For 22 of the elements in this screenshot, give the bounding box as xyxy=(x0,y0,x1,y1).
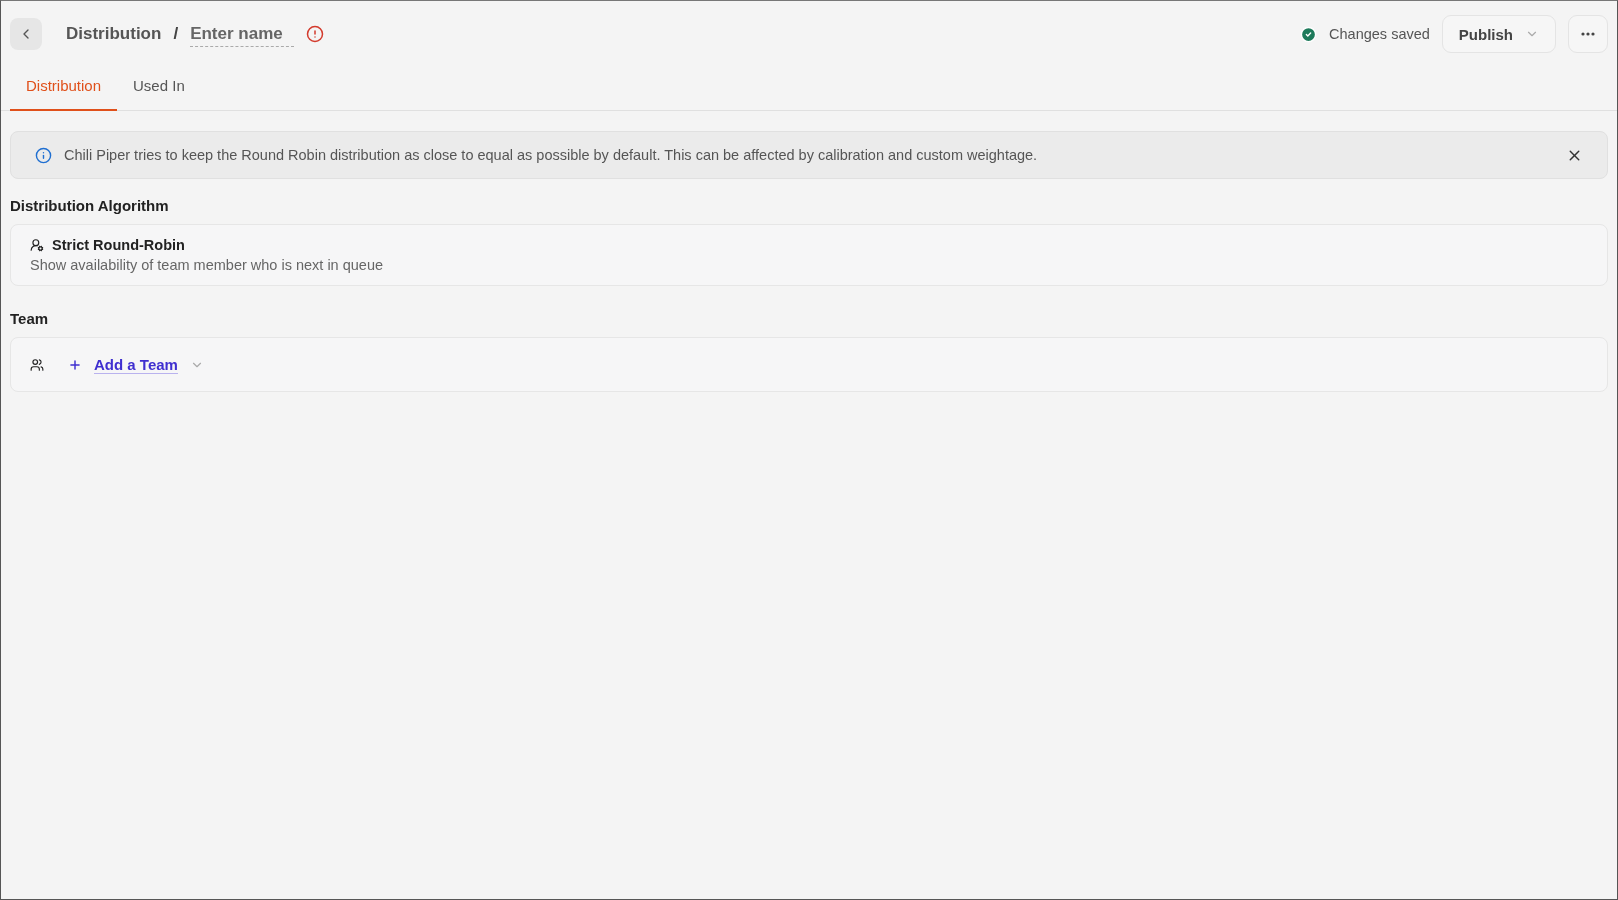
users-icon xyxy=(30,357,44,372)
add-team-button[interactable]: Add a Team xyxy=(68,355,204,374)
algorithm-card[interactable]: Strict Round-Robin Show availability of team member who is next in queue xyxy=(10,224,1608,286)
more-button[interactable] xyxy=(1568,15,1608,53)
banner-text: Chili Piper tries to keep the Round Robin distribution as close to equal as possible by default. This can be affected by calibration and custom weightage. xyxy=(64,147,1039,163)
tab[interactable]: Distribution xyxy=(10,69,118,111)
check-icon xyxy=(1300,25,1318,43)
algorithm-description: Show availability of team member who is next in queue xyxy=(30,257,384,273)
publish-button[interactable]: Publish xyxy=(1441,15,1556,53)
section-heading: Team xyxy=(10,310,50,327)
section-heading: Distribution Algorithm xyxy=(10,197,170,214)
algorithm-title: Strict Round-Robin xyxy=(52,237,185,253)
plus-icon xyxy=(68,357,82,372)
info-icon xyxy=(35,146,52,164)
name-input-field[interactable]: Enter name xyxy=(190,21,295,47)
tab[interactable]: Used In xyxy=(117,69,201,111)
ellipsis-icon xyxy=(1581,32,1595,36)
save-status: Changes saved xyxy=(1329,26,1430,42)
breadcrumb-link[interactable]: Distribution xyxy=(66,24,162,44)
breadcrumb-separator: / xyxy=(173,24,179,44)
user-gear-icon xyxy=(30,238,44,252)
back-button[interactable] xyxy=(10,18,42,50)
